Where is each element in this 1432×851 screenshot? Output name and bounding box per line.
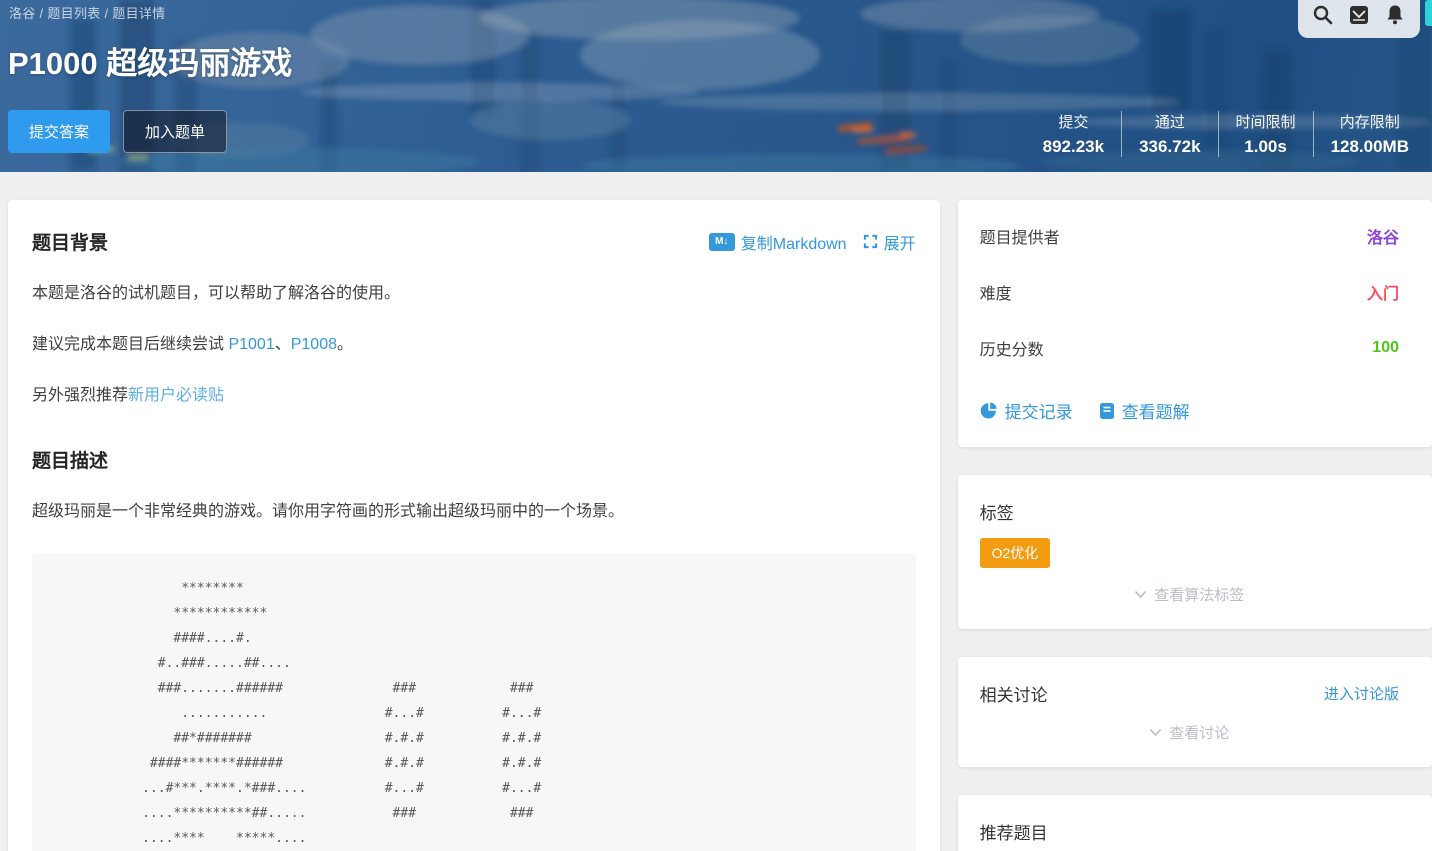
- inbox-icon[interactable]: [1348, 4, 1370, 26]
- show-algorithm-tags-toggle[interactable]: 查看算法标签: [980, 584, 1399, 605]
- submission-records-link[interactable]: 提交记录: [980, 398, 1073, 423]
- submission-records-label: 提交记录: [1005, 398, 1073, 423]
- pie-chart-icon: [980, 402, 998, 420]
- chevron-down-icon: [1149, 728, 1162, 737]
- avatar[interactable]: [1425, 0, 1432, 26]
- text: 、: [275, 336, 291, 353]
- tags-card: 标签 O2优化 查看算法标签: [958, 475, 1432, 629]
- provider-value[interactable]: 洛谷: [1367, 224, 1399, 248]
- description-paragraph-1: 超级玛丽是一个非常经典的游戏。请你用字符画的形式输出超级玛丽中的一个场景。: [32, 500, 916, 524]
- submit-answer-button[interactable]: 提交答案: [8, 110, 110, 153]
- info-row-provider: 题目提供者 洛谷: [980, 224, 1399, 248]
- book-icon: [1099, 402, 1115, 420]
- stat-label: 通过: [1139, 111, 1200, 132]
- section-title-description: 题目描述: [32, 446, 916, 473]
- difficulty-label: 难度: [980, 280, 1012, 304]
- stat-label: 内存限制: [1331, 111, 1409, 132]
- score-label: 历史分数: [980, 336, 1044, 360]
- discussions-card: 相关讨论 进入讨论版 查看讨论: [958, 657, 1432, 767]
- expand-label: 展开: [884, 230, 916, 254]
- link-new-user-guide[interactable]: 新用户必读贴: [128, 387, 224, 404]
- breadcrumb[interactable]: 洛谷 / 题目列表 / 题目详情: [9, 3, 165, 22]
- text: 另外强烈推荐: [32, 387, 128, 404]
- stat-label: 时间限制: [1236, 111, 1296, 132]
- problem-content-card: 题目背景 M↓ 复制Markdown 展开 本题是洛谷的试机题目，可以帮助了解洛…: [8, 200, 940, 851]
- stat-submissions: 提交 892.23k: [1026, 111, 1121, 157]
- link-p1001[interactable]: P1001: [228, 336, 274, 353]
- link-p1008[interactable]: P1008: [291, 336, 337, 353]
- difficulty-value: 入门: [1367, 280, 1399, 304]
- section-title-background: 题目背景: [32, 228, 108, 255]
- info-row-difficulty: 难度 入门: [980, 280, 1399, 304]
- show-discussions-toggle[interactable]: 查看讨论: [980, 722, 1399, 743]
- recommended-title: 推荐题目: [980, 819, 1399, 844]
- markdown-icon: M↓: [709, 233, 735, 251]
- expand-icon: [863, 234, 878, 249]
- score-value: 100: [1372, 339, 1399, 357]
- tag-o2-badge[interactable]: O2优化: [980, 538, 1051, 568]
- view-solutions-label: 查看题解: [1122, 398, 1190, 423]
- provider-label: 题目提供者: [980, 224, 1060, 248]
- stat-memory-limit: 内存限制 128.00MB: [1313, 111, 1426, 157]
- page-title: P1000 超级玛丽游戏: [8, 38, 292, 83]
- problem-banner: 洛谷 / 题目列表 / 题目详情 P1000 超级玛丽游戏 提交答案 加入题单 …: [0, 0, 1432, 172]
- problem-stats: 提交 892.23k 通过 336.72k 时间限制 1.00s 内存限制 12…: [1026, 111, 1426, 157]
- stat-accepted: 通过 336.72k: [1121, 111, 1217, 157]
- text: 建议完成本题目后继续尝试: [32, 336, 228, 353]
- stat-value: 128.00MB: [1331, 137, 1409, 157]
- copy-markdown-button[interactable]: M↓ 复制Markdown: [709, 230, 847, 254]
- recommended-problems-card: 推荐题目 查看推荐: [958, 795, 1432, 851]
- chevron-down-icon: [1134, 590, 1147, 599]
- enter-discussion-board-link[interactable]: 进入讨论版: [1324, 683, 1399, 704]
- stat-time-limit: 时间限制 1.00s: [1218, 111, 1313, 157]
- text: 。: [337, 336, 353, 353]
- top-icon-tray: [1298, 0, 1420, 38]
- search-icon[interactable]: [1312, 4, 1334, 26]
- stat-value: 336.72k: [1139, 137, 1200, 157]
- stat-value: 1.00s: [1236, 137, 1296, 157]
- background-paragraph-1: 本题是洛谷的试机题目，可以帮助了解洛谷的使用。: [32, 282, 916, 306]
- sidebar: 题目提供者 洛谷 难度 入门 历史分数 100: [958, 200, 1432, 851]
- copy-markdown-label: 复制Markdown: [741, 230, 847, 254]
- expand-button[interactable]: 展开: [863, 230, 916, 254]
- discussions-title: 相关讨论: [980, 681, 1048, 706]
- background-paragraph-3: 另外强烈推荐新用户必读贴: [32, 384, 916, 408]
- stat-label: 提交: [1043, 111, 1104, 132]
- background-paragraph-2: 建议完成本题目后继续尝试 P1001、P1008。: [32, 333, 916, 357]
- add-to-problem-list-button[interactable]: 加入题单: [123, 110, 227, 153]
- stat-value: 892.23k: [1043, 137, 1104, 157]
- tags-title: 标签: [980, 499, 1399, 524]
- view-solutions-link[interactable]: 查看题解: [1099, 398, 1190, 423]
- ascii-art-block: ******** ************ ####....#. #..###.…: [32, 554, 916, 851]
- show-algorithm-tags-label: 查看算法标签: [1154, 584, 1244, 605]
- show-discussions-label: 查看讨论: [1169, 722, 1229, 743]
- info-row-score: 历史分数 100: [980, 336, 1399, 360]
- bell-icon[interactable]: [1384, 4, 1406, 26]
- problem-info-card: 题目提供者 洛谷 难度 入门 历史分数 100: [958, 200, 1432, 447]
